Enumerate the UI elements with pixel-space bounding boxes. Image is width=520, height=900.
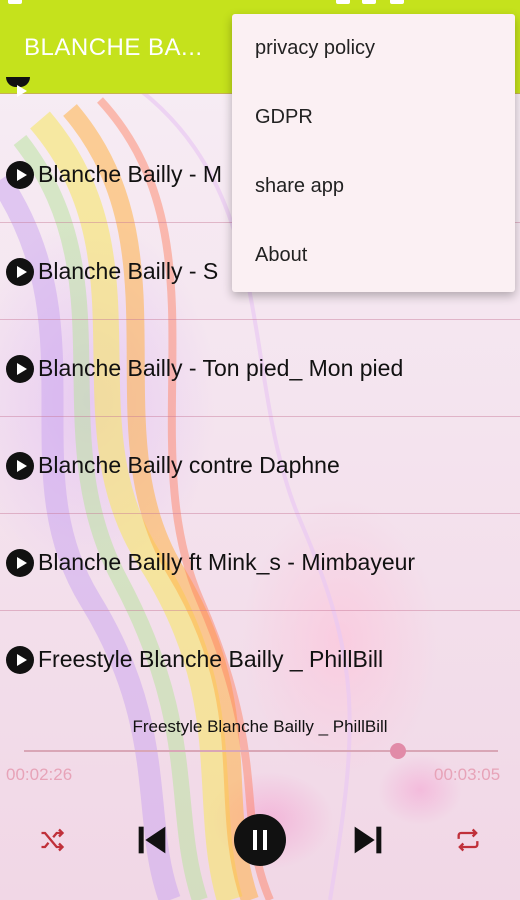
play-icon: [6, 77, 30, 97]
track-title: Blanche Bailly contre Daphne: [38, 452, 340, 478]
track-title: Blanche Bailly - Ton pied_ Mon pied: [38, 355, 404, 381]
previous-button[interactable]: [128, 812, 176, 868]
track-title: Blanche Bailly - M: [38, 161, 223, 187]
menu-item-share-app[interactable]: share app: [232, 152, 515, 221]
menu-item-privacy-policy[interactable]: privacy policy: [232, 14, 515, 83]
pause-icon: [234, 814, 286, 866]
play-icon[interactable]: [6, 452, 34, 480]
next-button[interactable]: [344, 812, 392, 868]
play-icon[interactable]: [6, 258, 34, 286]
track-row[interactable]: Blanche Bailly contre Daphne: [0, 417, 520, 514]
menu-item-gdpr[interactable]: GDPR: [232, 83, 515, 152]
previous-icon: [138, 826, 166, 854]
total-duration: 00:03:05: [434, 765, 501, 784]
play-icon[interactable]: [6, 646, 34, 674]
play-icon[interactable]: [6, 161, 34, 189]
seek-bar[interactable]: [24, 750, 498, 752]
play-icon[interactable]: [6, 355, 34, 383]
menu-item-about[interactable]: About: [232, 221, 515, 290]
now-playing-title: Freestyle Blanche Bailly _ PhillBill: [132, 717, 388, 736]
pause-button[interactable]: [232, 812, 288, 868]
overflow-menu: privacy policy GDPR share app About: [232, 14, 515, 292]
repeat-icon: [457, 828, 479, 852]
elapsed-time: 00:02:26: [6, 765, 73, 784]
track-title: Freestyle Blanche Bailly _ PhillBill: [38, 646, 384, 672]
track-title: Blanche Bailly - S: [38, 258, 219, 284]
shuffle-button[interactable]: [32, 812, 72, 868]
track-row[interactable]: Blanche Bailly - Ton pied_ Mon pied: [0, 320, 520, 417]
track-title: Blanche Bailly ft Mink_s - Mimbayeur: [38, 549, 416, 575]
track-row[interactable]: Blanche Bailly ft Mink_s - Mimbayeur: [0, 514, 520, 611]
next-icon: [354, 826, 382, 854]
repeat-button[interactable]: [448, 812, 488, 868]
shuffle-icon: [41, 828, 65, 852]
play-icon[interactable]: [6, 549, 34, 577]
track-row[interactable]: Freestyle Blanche Bailly _ PhillBill: [0, 611, 520, 708]
